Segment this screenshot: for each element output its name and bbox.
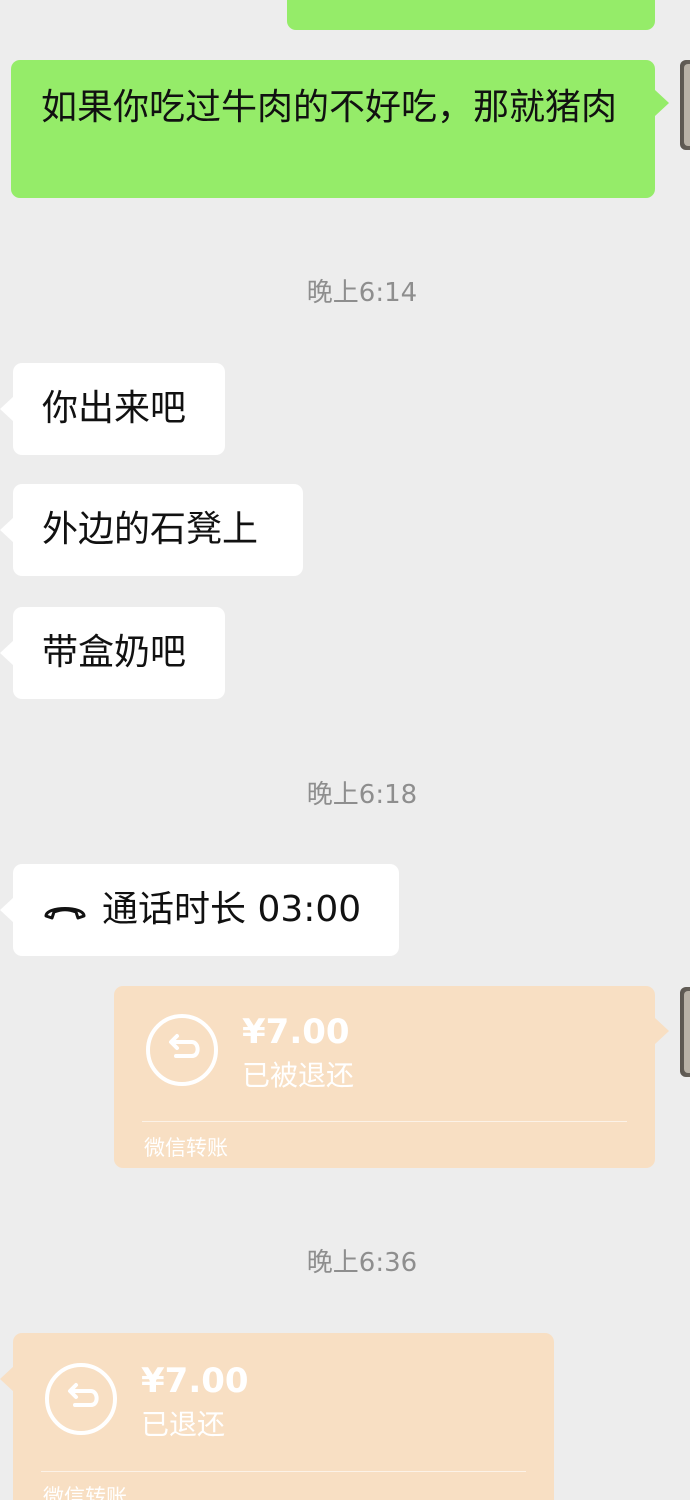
timestamp: 晚上6:18	[306, 780, 418, 810]
transfer-footer-label: 微信转账	[144, 1136, 228, 1160]
divider	[41, 1471, 526, 1472]
transfer-amount: ¥7.00	[242, 1012, 350, 1052]
bubble-tail	[0, 517, 14, 543]
message-text: 如果你吃过牛肉的不好吃，那就猪肉	[41, 87, 618, 128]
call-record-bubble[interactable]: 通话时长 03:00	[13, 864, 399, 956]
message-text: 带盒奶吧	[42, 632, 187, 673]
transfer-status: 已退还	[141, 1408, 226, 1441]
chat-area[interactable]: 如果你吃过牛肉的不好吃，那就猪肉 晚上6:14 你出来吧 外边的石凳上 带盒奶吧…	[0, 0, 690, 1500]
transfer-card[interactable]: ¥7.00 已退还 微信转账	[13, 1333, 554, 1500]
divider	[142, 1121, 627, 1122]
return-arrow-icon	[146, 1014, 218, 1086]
sent-message-bubble[interactable]: 如果你吃过牛肉的不好吃，那就猪肉	[11, 60, 655, 198]
received-message-bubble[interactable]: 带盒奶吧	[13, 607, 225, 699]
bubble-tail	[0, 897, 14, 923]
transfer-footer-label: 微信转账	[43, 1485, 127, 1500]
message-text: 外边的石凳上	[42, 509, 259, 550]
bubble-tail	[0, 396, 14, 422]
phone-hangup-icon	[44, 907, 86, 920]
return-arrow-icon	[45, 1363, 117, 1435]
timestamp: 晚上6:36	[306, 1248, 418, 1278]
received-message-bubble[interactable]: 外边的石凳上	[13, 484, 303, 576]
bubble-tail	[655, 1018, 669, 1044]
timestamp: 晚上6:14	[306, 278, 418, 308]
avatar[interactable]	[680, 60, 690, 150]
call-duration-text: 通话时长 03:00	[102, 889, 362, 930]
transfer-card[interactable]: ¥7.00 已被退还 微信转账	[114, 986, 655, 1168]
bubble-tail	[0, 640, 14, 666]
bubble-tail	[0, 1366, 14, 1392]
received-message-bubble[interactable]: 你出来吧	[13, 363, 225, 455]
sent-bubble-partial[interactable]	[287, 0, 655, 30]
avatar[interactable]	[680, 987, 690, 1077]
bubble-tail	[655, 90, 669, 116]
message-text: 你出来吧	[42, 388, 187, 429]
transfer-status: 已被退还	[242, 1059, 355, 1092]
transfer-amount: ¥7.00	[141, 1361, 249, 1401]
